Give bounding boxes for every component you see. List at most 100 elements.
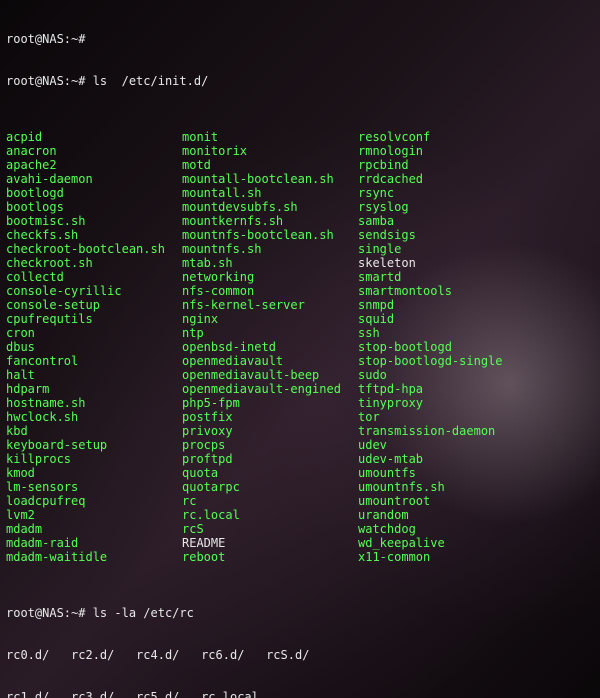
file-entry: bootmisc.sh [6,214,182,228]
file-entry: rmnologin [358,144,503,158]
file-entry: hwclock.sh [6,410,182,424]
file-entry: cpufrequtils [6,312,182,326]
file-entry: ssh [358,326,503,340]
prompt-line: root@NAS:~# [6,32,594,46]
file-entry: rpcbind [358,158,503,172]
file-entry: mtab.sh [182,256,358,270]
file-entry: hdparm [6,382,182,396]
file-entry: keyboard-setup [6,438,182,452]
file-entry: halt [6,368,182,382]
ls-columns: acpidanacronapache2avahi-daemonbootlogdb… [6,130,594,564]
file-entry: nginx [182,312,358,326]
file-entry: skeleton [358,256,503,270]
file-entry: rc [182,494,358,508]
file-entry: stop-bootlogd-single [358,354,503,368]
file-entry: rc.local [182,508,358,522]
file-entry: killprocs [6,452,182,466]
file-entry: transmission-daemon [358,424,503,438]
file-entry: mountnfs.sh [182,242,358,256]
file-entry: networking [182,270,358,284]
file-entry: single [358,242,503,256]
file-entry: lvm2 [6,508,182,522]
file-entry: monitorix [182,144,358,158]
file-entry: openmediavault [182,354,358,368]
file-entry: sudo [358,368,503,382]
file-entry: mountall.sh [182,186,358,200]
command-line: root@NAS:~# ls -la /etc/rc [6,606,594,620]
file-entry: fancontrol [6,354,182,368]
file-entry: umountfs [358,466,503,480]
file-entry: openmediavault-engined [182,382,358,396]
file-entry: checkroot.sh [6,256,182,270]
file-entry: monit [182,130,358,144]
file-entry: tinyproxy [358,396,503,410]
file-entry: mdadm-raid [6,536,182,550]
tab-completion-line: rc0.d/ rc2.d/ rc4.d/ rc6.d/ rcS.d/ [6,648,594,662]
file-entry: mountkernfs.sh [182,214,358,228]
file-entry: udev [358,438,503,452]
file-entry: mdadm [6,522,182,536]
file-entry: x11-common [358,550,503,564]
file-entry: rsync [358,186,503,200]
file-entry: squid [358,312,503,326]
file-entry: kmod [6,466,182,480]
tab-completion-line: rc1.d/ rc3.d/ rc5.d/ rc.local [6,690,594,698]
file-entry: samba [358,214,503,228]
file-entry: collectd [6,270,182,284]
file-entry: rrdcached [358,172,503,186]
file-entry: ntp [182,326,358,340]
file-entry: quota [182,466,358,480]
file-entry: mdadm-waitidle [6,550,182,564]
file-entry: bootlogs [6,200,182,214]
file-entry: checkroot-bootclean.sh [6,242,182,256]
file-entry: rcS [182,522,358,536]
file-entry: watchdog [358,522,503,536]
file-entry: bootlogd [6,186,182,200]
file-entry: dbus [6,340,182,354]
file-entry: cron [6,326,182,340]
file-entry: sendsigs [358,228,503,242]
file-entry: smartmontools [358,284,503,298]
file-entry: proftpd [182,452,358,466]
file-entry: motd [182,158,358,172]
file-entry: openmediavault-beep [182,368,358,382]
file-entry: loadcpufreq [6,494,182,508]
file-entry: lm-sensors [6,480,182,494]
file-entry: mountdevsubfs.sh [182,200,358,214]
file-entry: nfs-kernel-server [182,298,358,312]
file-entry: nfs-common [182,284,358,298]
file-entry: postfix [182,410,358,424]
file-entry: udev-mtab [358,452,503,466]
file-entry: php5-fpm [182,396,358,410]
terminal[interactable]: root@NAS:~# root@NAS:~# ls /etc/init.d/ … [0,0,600,698]
file-entry: wd_keepalive [358,536,503,550]
file-entry: quotarpc [182,480,358,494]
file-entry: README [182,536,358,550]
file-entry: resolvconf [358,130,503,144]
file-entry: mountall-bootclean.sh [182,172,358,186]
file-entry: reboot [182,550,358,564]
file-entry: rsyslog [358,200,503,214]
file-entry: mountnfs-bootclean.sh [182,228,358,242]
file-entry: console-cyrillic [6,284,182,298]
file-entry: apache2 [6,158,182,172]
file-entry: procps [182,438,358,452]
file-entry: smartd [358,270,503,284]
file-entry: anacron [6,144,182,158]
file-entry: urandom [358,508,503,522]
file-entry: umountnfs.sh [358,480,503,494]
file-entry: privoxy [182,424,358,438]
command-line: root@NAS:~# ls /etc/init.d/ [6,74,594,88]
file-entry: tftpd-hpa [358,382,503,396]
file-entry: acpid [6,130,182,144]
file-entry: avahi-daemon [6,172,182,186]
file-entry: console-setup [6,298,182,312]
file-entry: umountroot [358,494,503,508]
file-entry: snmpd [358,298,503,312]
file-entry: kbd [6,424,182,438]
file-entry: stop-bootlogd [358,340,503,354]
file-entry: hostname.sh [6,396,182,410]
file-entry: openbsd-inetd [182,340,358,354]
file-entry: tor [358,410,503,424]
file-entry: checkfs.sh [6,228,182,242]
